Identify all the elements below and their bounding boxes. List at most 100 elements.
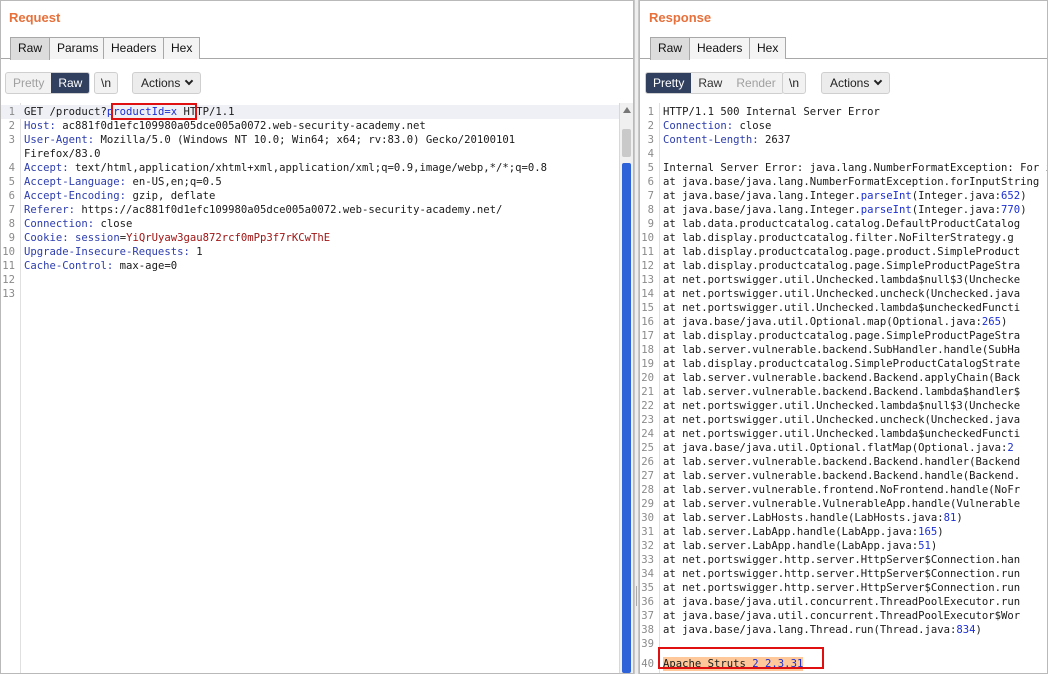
code-token: parseInt [860,204,912,216]
code-token: at lab.server.vulnerable.backend.Backend… [663,372,1021,384]
request-tab-raw[interactable]: Raw [10,37,51,60]
line-code: Accept-Encoding: gzip, deflate [24,189,215,203]
request-tab-params[interactable]: Params [49,37,107,59]
response-line: 6 at java.base/java.lang.NumberFormatExce… [640,175,1047,189]
response-raw-button[interactable]: Raw [691,73,729,93]
line-number: 3 [8,134,15,146]
code-token: Accept: [24,162,69,174]
code-token: ) [930,540,938,552]
code-token: at java.base/java.util.concurrent.Thread… [663,610,1021,622]
code-token: at lab.display.productcatalog.SimpleProd… [663,358,1021,370]
response-line: 28 at lab.server.vulnerable.frontend.NoFr… [640,483,1047,497]
response-line: 10 at lab.display.productcatalog.filter.N… [640,231,1047,245]
line-code: User-Agent: Mozilla/5.0 (Windows NT 10.0… [24,133,515,147]
line-code: Upgrade-Insecure-Requests: 1 [24,245,203,259]
line-code: at lab.server.vulnerable.backend.Backend… [663,469,1020,483]
response-render-button[interactable]: Render [729,73,782,93]
code-token: at net.portswigger.http.server.HttpServe… [663,554,1021,566]
response-toolbar: Pretty Raw Render \n Actions [640,72,1047,96]
line-number: 28 [641,484,654,496]
response-line: 23 at net.portswigger.util.Unchecked.unch… [640,413,1047,427]
response-title: Response [649,10,712,25]
response-line: 1 HTTP/1.1 500 Internal Server Error [640,105,1047,119]
code-token: 834 [956,624,976,636]
line-code: at java.base/java.lang.Integer.parseInt(… [663,203,1027,217]
request-line: 8 Connection: close [1,217,633,231]
response-view-toggle: Pretty Raw Render [645,72,784,94]
splitter-grip-icon [636,586,638,606]
request-actions-button[interactable]: Actions [132,72,202,94]
code-token: at lab.server.vulnerable.backend.Backend… [663,456,1021,468]
code-token: 2 [1007,442,1014,454]
code-token: at net.portswigger.http.server.HttpServe… [663,582,1021,594]
code-token: 265 [981,316,1002,328]
response-editor[interactable]: 1 HTTP/1.1 500 Internal Server Error 2 Conn… [640,103,1047,673]
code-token: at net.portswigger.util.Unchecked.lambda… [663,428,1021,440]
request-scroll-thumb[interactable] [622,129,631,157]
line-number: 8 [8,218,15,230]
response-lines: 1 HTTP/1.1 500 Internal Server Error 2 Conn… [640,105,1047,671]
response-line: 4 [640,147,1047,161]
line-code: Cookie: session=YiQrUyaw3gau872rcf0mPp3f… [24,231,330,245]
line-number: 12 [641,260,654,272]
code-token: Referer: [24,204,76,216]
response-tab-hex[interactable]: Hex [749,37,787,59]
line-code: Accept: text/html,application/xhtml+xml,… [24,161,547,175]
line-number: 5 [647,162,654,174]
request-newline-button[interactable]: \n [94,72,118,94]
request-scroll-rail[interactable] [622,163,631,673]
code-token: at lab.server.LabHosts.handle(LabHosts.j… [663,512,944,524]
request-raw-button[interactable]: Raw [51,73,90,93]
line-number: 22 [641,400,654,412]
line-code: at java.base/java.util.concurrent.Thread… [663,609,1020,623]
line-number: 10 [641,232,654,244]
line-code: at lab.display.productcatalog.SimpleProd… [663,357,1020,371]
request-pretty-button[interactable]: Pretty [6,73,51,93]
code-token: ) [975,624,982,636]
response-pretty-button[interactable]: Pretty [646,73,692,93]
request-line: 3 User-Agent: Mozilla/5.0 (Windows NT 10.… [1,133,633,147]
code-token: at net.portswigger.util.Unchecked.lambda… [663,400,1021,412]
request-tab-headers[interactable]: Headers [103,37,165,59]
line-number: 33 [641,554,654,566]
line-number: 19 [641,358,654,370]
code-token: at net.portswigger.util.Unchecked.unchec… [663,414,1021,426]
line-code: at java.base/java.lang.Thread.run(Thread… [663,623,982,637]
line-code: at net.portswigger.util.Unchecked.lambda… [663,399,1020,413]
request-scrollbar[interactable] [619,103,633,673]
code-token: at java.base/java.lang.NumberFormatExcep… [663,176,1040,188]
line-number: 15 [641,302,654,314]
line-code: Firefox/83.0 [24,147,101,161]
response-actions-button[interactable]: Actions [821,72,891,94]
request-editor[interactable]: 1 GET /product?productId=x HTTP/1.1 2 Host:… [1,103,633,673]
code-token: at java.base/java.lang.Thread.run(Thread… [663,624,957,636]
response-line: 15 at net.portswigger.util.Unchecked.lamb… [640,301,1047,315]
response-tab-raw[interactable]: Raw [650,37,691,60]
code-token: Connection: [24,218,95,230]
request-panel: Request Raw Params Headers Hex Pretty Ra… [0,0,634,674]
line-code: at net.portswigger.http.server.HttpServe… [663,553,1020,567]
line-code: at lab.server.LabApp.handle(LabApp.java:… [663,525,944,539]
code-token: at net.portswigger.util.Unchecked.lambda… [663,274,1021,286]
code-token: ) [1001,316,1008,328]
line-code: at lab.server.vulnerable.backend.Backend… [663,371,1020,385]
line-code: at lab.data.productcatalog.catalog.Defau… [663,217,1020,231]
line-number: 16 [641,316,654,328]
code-token: Connection: [663,120,734,132]
response-line: 17 at lab.display.productcatalog.page.Sim… [640,329,1047,343]
code-token: at lab.server.vulnerable.VulnerableApp.h… [663,498,1021,510]
line-number: 39 [641,638,654,650]
code-token: User-Agent: [24,134,95,146]
response-line: 11 at lab.display.productcatalog.page.pro… [640,245,1047,259]
response-newline-button[interactable]: \n [782,72,806,94]
response-tab-bar: Raw Headers Hex [640,37,1047,60]
code-token: at java.base/java.util.Optional.flatMap(… [663,442,1008,454]
scroll-up-icon[interactable] [623,107,631,113]
code-token: 51 [918,540,931,552]
request-tab-hex[interactable]: Hex [163,37,201,59]
response-line: 8 at java.base/java.lang.Integer.parseInt… [640,203,1047,217]
line-code: at lab.server.vulnerable.backend.Backend… [663,385,1020,399]
response-tab-headers[interactable]: Headers [689,37,751,59]
line-number: 6 [647,176,654,188]
line-number: 14 [641,288,654,300]
